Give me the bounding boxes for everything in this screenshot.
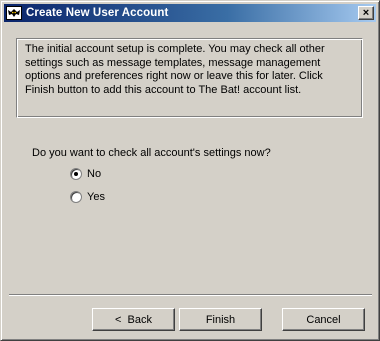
info-text: The initial account setup is complete. Y… (25, 43, 325, 96)
button-separator (9, 294, 372, 296)
radio-yes-label[interactable]: Yes (87, 191, 105, 203)
finish-button[interactable]: Finish (179, 308, 262, 331)
back-button[interactable]: < Back (92, 308, 175, 331)
cancel-button-label: Cancel (306, 313, 341, 326)
info-panel: The initial account setup is complete. Y… (16, 38, 363, 118)
radio-option-no[interactable]: No (70, 168, 101, 180)
question-label: Do you want to check all account's setti… (32, 147, 271, 159)
dialog-window: Create New User Account × The initial ac… (0, 0, 380, 341)
bat-app-icon[interactable] (6, 6, 22, 20)
radio-yes-button[interactable] (70, 191, 82, 203)
radio-option-yes[interactable]: Yes (70, 191, 105, 203)
window-title: Create New User Account (26, 7, 169, 19)
finish-button-label: Finish (205, 313, 236, 326)
back-button-label: Back (127, 313, 152, 326)
radio-no-button[interactable] (70, 168, 82, 180)
title-bar[interactable]: Create New User Account × (4, 4, 376, 22)
back-chevron-icon: < (115, 313, 122, 326)
close-icon[interactable]: × (358, 6, 374, 20)
radio-no-label[interactable]: No (87, 168, 101, 180)
cancel-button[interactable]: Cancel (282, 308, 365, 331)
